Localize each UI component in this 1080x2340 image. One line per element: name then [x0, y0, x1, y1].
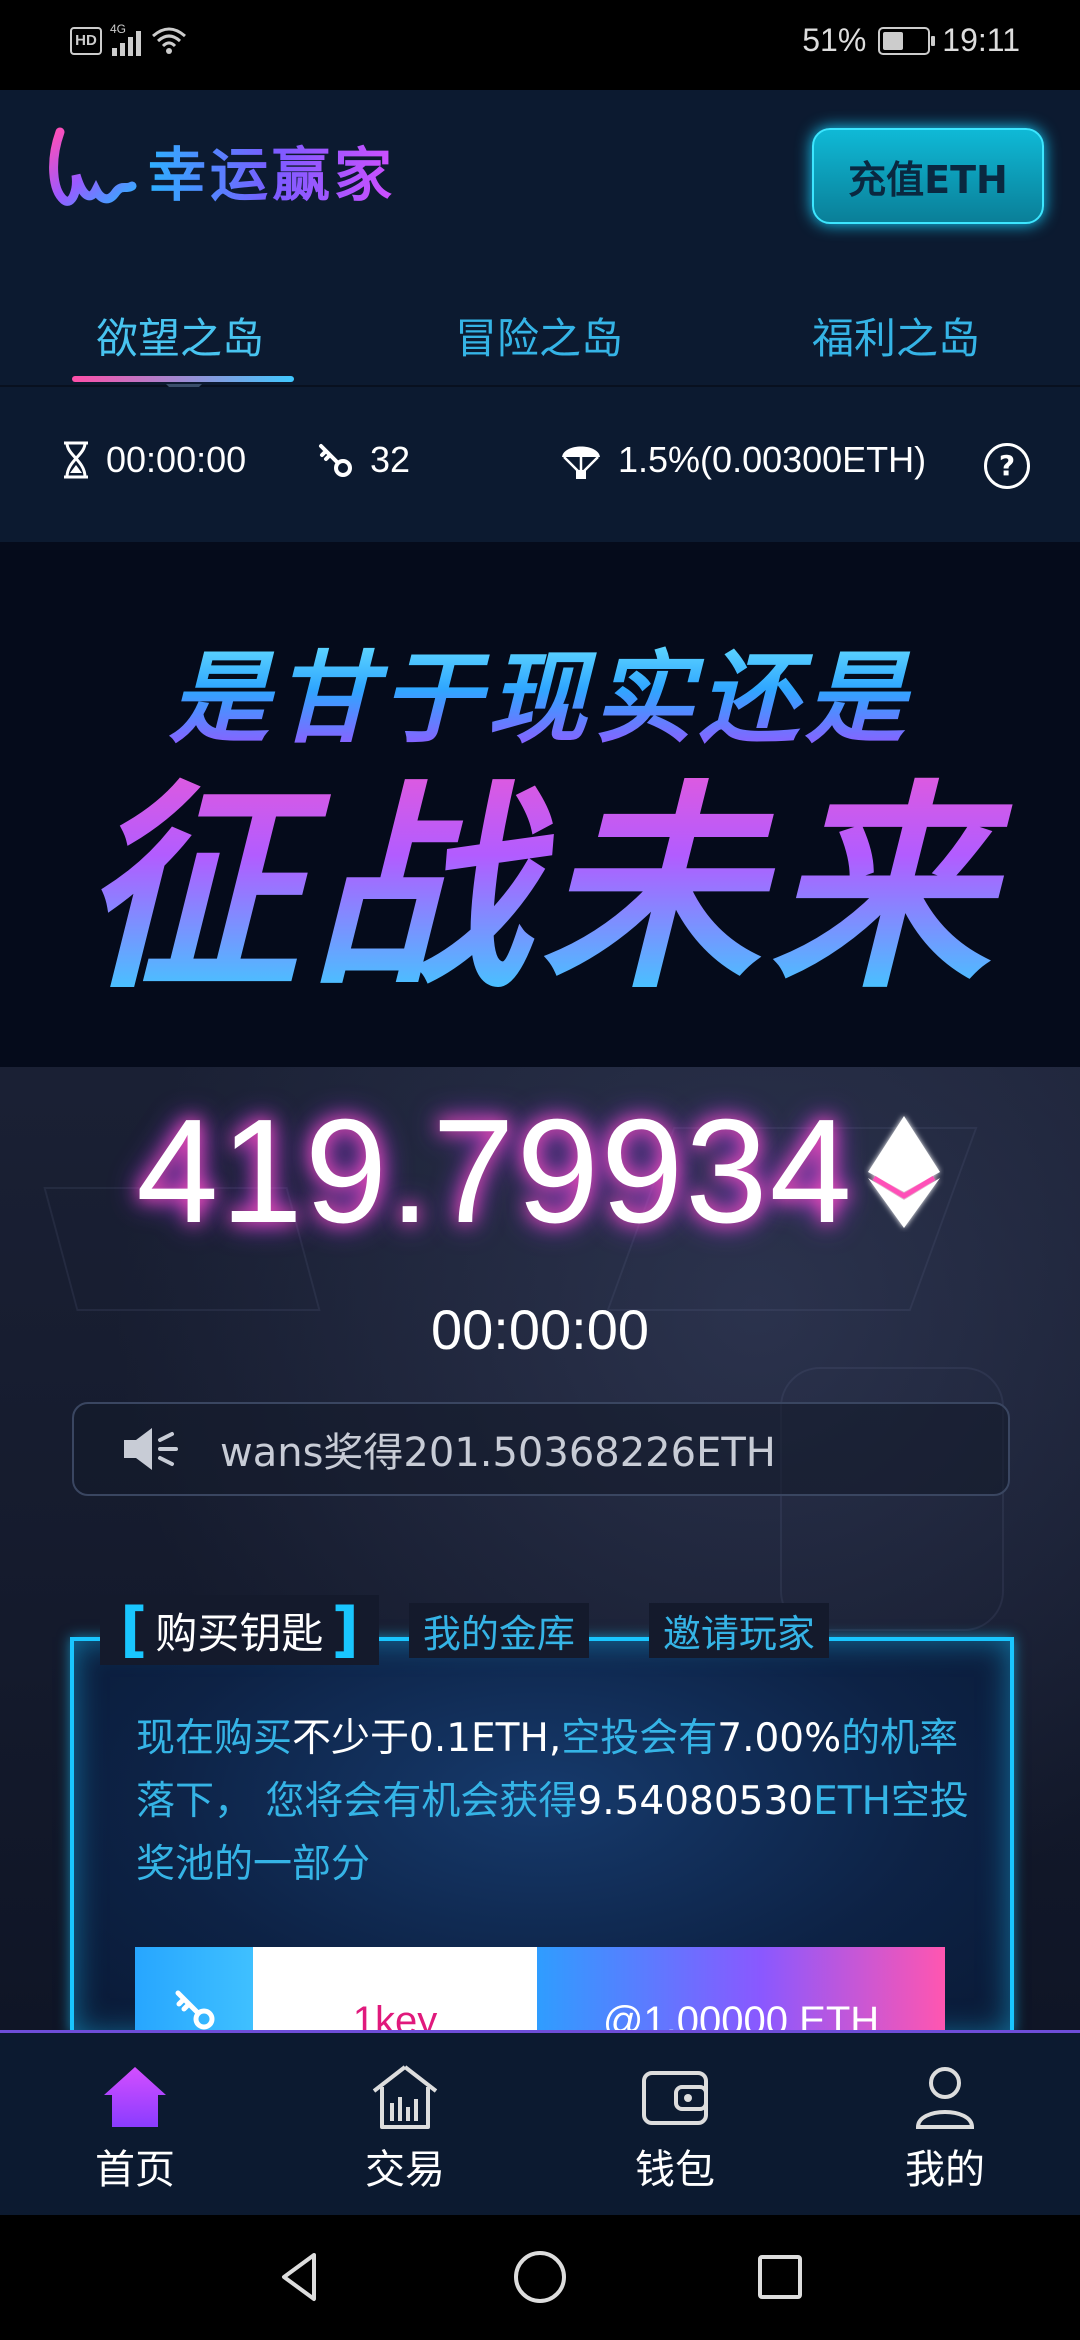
network-label: 4G	[110, 22, 127, 36]
island-tabs: 欲望之岛 冒险之岛 福利之岛	[0, 260, 1080, 402]
bracket-left: [	[120, 1595, 148, 1665]
back-icon[interactable]	[270, 2247, 330, 2307]
nav-home-label: 首页	[95, 2147, 175, 2193]
nav-profile[interactable]: 我的	[855, 2063, 1035, 2195]
keys-info: 32	[316, 439, 410, 481]
timer-value: 00:00:00	[106, 439, 247, 480]
tab-welfare-island[interactable]: 福利之岛	[812, 305, 980, 366]
banner-line2: 征战未来	[0, 712, 1080, 1030]
desc-part: 7.00%	[717, 1716, 842, 1761]
bottom-nav: 首页 交易 钱包 我的	[0, 2030, 1080, 2218]
desc-part: 空投会有	[561, 1716, 718, 1761]
notice-text: wans奖得201.50368226ETH	[220, 1430, 776, 1476]
desc-part: 9.54080530	[577, 1779, 814, 1824]
battery-percent: 51%	[802, 22, 867, 58]
clock: 19:11	[942, 22, 1020, 58]
buy-row: 1key @1.00000 ETH	[135, 1947, 945, 2030]
key-icon	[319, 444, 352, 477]
bracket-right: ]	[331, 1595, 359, 1665]
nav-profile-label: 我的	[905, 2147, 985, 2193]
home-circle-icon[interactable]	[510, 2247, 570, 2307]
exchange-icon	[372, 2065, 438, 2129]
desc-part: 不少于0.1ETH,	[292, 1716, 562, 1761]
help-icon[interactable]: ?	[984, 443, 1030, 489]
tab-desire-island[interactable]: 欲望之岛	[96, 305, 264, 366]
key-icon	[175, 1990, 215, 2029]
nav-exchange-label: 交易	[365, 2147, 445, 2193]
user-icon	[915, 2067, 975, 2129]
header: 幸运赢家 充值ETH	[0, 90, 1080, 260]
airdrop-info: 1.5%(0.00300ETH)	[560, 439, 926, 481]
airdrop-value: 1.5%(0.00300ETH)	[618, 439, 927, 480]
key-quantity-input[interactable]: 1key	[253, 1947, 537, 2030]
recents-icon[interactable]	[750, 2247, 810, 2307]
tab-buy-keys[interactable]: [ 购买钥匙 ]	[100, 1595, 379, 1665]
promo-banner: 是甘于现实还是 征战未来	[0, 542, 1080, 1067]
info-row: 00:00:00 32 1.5%(0.00300ETH) ?	[0, 387, 1080, 542]
recharge-eth-button[interactable]: 充值ETH	[812, 128, 1044, 224]
tab-my-vault[interactable]: 我的金库	[408, 1602, 589, 1658]
key-quantity-value: 1key	[352, 1999, 438, 2030]
status-bar: HD 4G 51% 19:11	[0, 0, 1080, 90]
home-icon	[104, 2067, 166, 2127]
battery-fill	[883, 31, 904, 50]
nav-wallet[interactable]: 钱包	[585, 2063, 765, 2195]
nav-wallet-label: 钱包	[635, 2147, 715, 2193]
logo-icon	[49, 127, 137, 206]
countdown: 00:00:00	[431, 1298, 649, 1361]
wallet-icon	[642, 2071, 708, 2125]
wifi-icon	[152, 27, 186, 54]
buy-key-icon-cell	[135, 1947, 253, 2030]
status-right: 51% 19:11	[802, 22, 1020, 59]
desc-part: 现在购买	[136, 1716, 293, 1761]
signal-icon: 4G	[110, 22, 141, 56]
hourglass-icon	[64, 441, 88, 479]
jackpot-value: 419.79934	[136, 1089, 854, 1254]
logo[interactable]: 幸运赢家	[42, 120, 396, 220]
tab-buy-keys-label: 购买钥匙	[155, 1608, 324, 1658]
panel-tabs: [ 购买钥匙 ] 我的金库 邀请玩家	[100, 1595, 980, 1665]
battery-icon	[878, 26, 936, 55]
buy-price-button[interactable]: @1.00000 ETH	[537, 1947, 945, 2030]
tab-adventure-island[interactable]: 冒险之岛	[455, 305, 623, 366]
nav-exchange[interactable]: 交易	[315, 2063, 495, 2195]
keys-count: 32	[370, 439, 411, 480]
main-area: 419.79934 00:00:00 wans奖得201.50368226ETH…	[0, 1067, 1080, 2034]
parachute-icon	[562, 446, 600, 479]
speaker-icon	[124, 1428, 178, 1470]
winner-notice: wans奖得201.50368226ETH	[72, 1402, 1010, 1496]
tab-invite-players[interactable]: 邀请玩家	[648, 1602, 829, 1658]
brand-name: 幸运赢家	[148, 128, 396, 212]
eth-diamond-icon	[867, 1116, 940, 1228]
system-nav-bar	[0, 2215, 1080, 2340]
timer-info: 00:00:00	[62, 439, 246, 481]
hd-badge: HD	[70, 27, 102, 55]
panel-description: 现在购买不少于0.1ETH,空投会有7.00%的机率落下， 您将会有机会获得9.…	[136, 1707, 976, 1896]
buy-price-label: @1.00000 ETH	[602, 1999, 880, 2030]
status-left: HD 4G	[70, 22, 187, 56]
nav-home[interactable]: 首页	[45, 2063, 225, 2195]
jackpot: 419.79934	[0, 1087, 1080, 1257]
active-tab-underline	[72, 376, 294, 382]
